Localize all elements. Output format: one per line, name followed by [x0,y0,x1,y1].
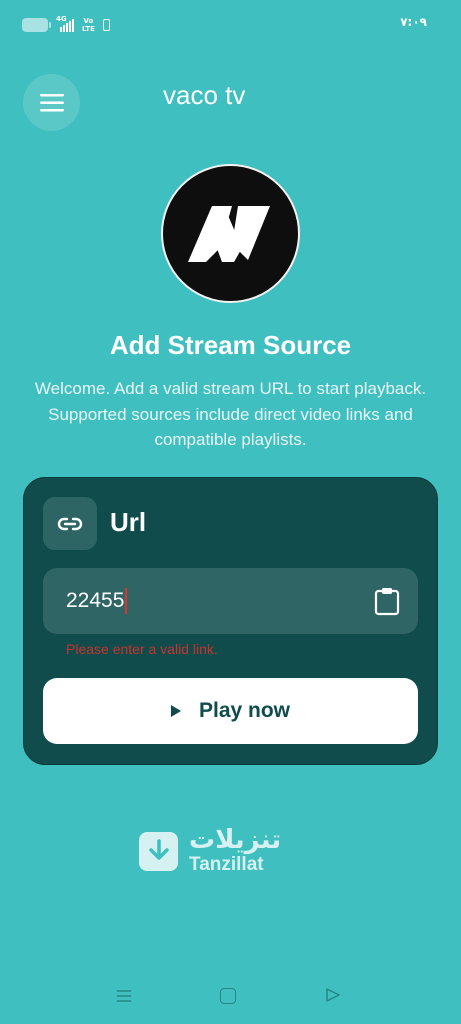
tanzillat-watermark: تنزيلات Tanzillat [139,826,281,876]
card-title: Url [110,507,147,537]
network-type: 4G [56,15,67,23]
signal-icon: 4G [56,15,74,32]
url-input-value: 22455 [66,589,125,612]
error-message: Please enter a valid link. [66,641,218,657]
hamburger-menu-icon [39,93,64,111]
play-now-label: Play now [198,699,291,722]
system-nav-bar [0,980,461,1012]
status-icons: 4G Vo LTE [22,15,110,33]
volte-indicator: Vo LTE [82,17,95,33]
url-icon-box [43,497,97,550]
page-description: Welcome. Add a valid stream URL to start… [34,379,427,449]
url-input[interactable]: 22455 [43,568,418,634]
app-title: vaco tv [163,80,246,110]
stream-source-card: Url 22455 Please enter a valid link. Pla… [23,477,438,765]
text-caret [125,588,128,614]
play-icon [170,705,181,717]
watermark-latin: Tanzillat [189,854,264,875]
vibrate-icon [102,19,110,31]
n-logo-icon [187,205,270,262]
play-now-button[interactable]: Play now [43,678,418,744]
watermark-arabic: تنزيلات [189,825,282,855]
home-icon[interactable] [220,988,236,1004]
menu-button[interactable] [23,74,80,131]
status-bar: 4G Vo LTE ٧:٠٩ [0,0,461,50]
link-icon [57,517,83,530]
recent-apps-icon[interactable] [116,988,132,1004]
app-logo [161,164,300,303]
back-icon[interactable] [325,987,341,1003]
clipboard-icon[interactable] [374,586,400,616]
battery-icon [22,18,51,32]
page-heading: Add Stream Source [109,330,352,360]
clock: ٧:٠٩ [400,15,427,29]
watermark-logo [139,831,178,871]
download-icon [148,839,169,860]
